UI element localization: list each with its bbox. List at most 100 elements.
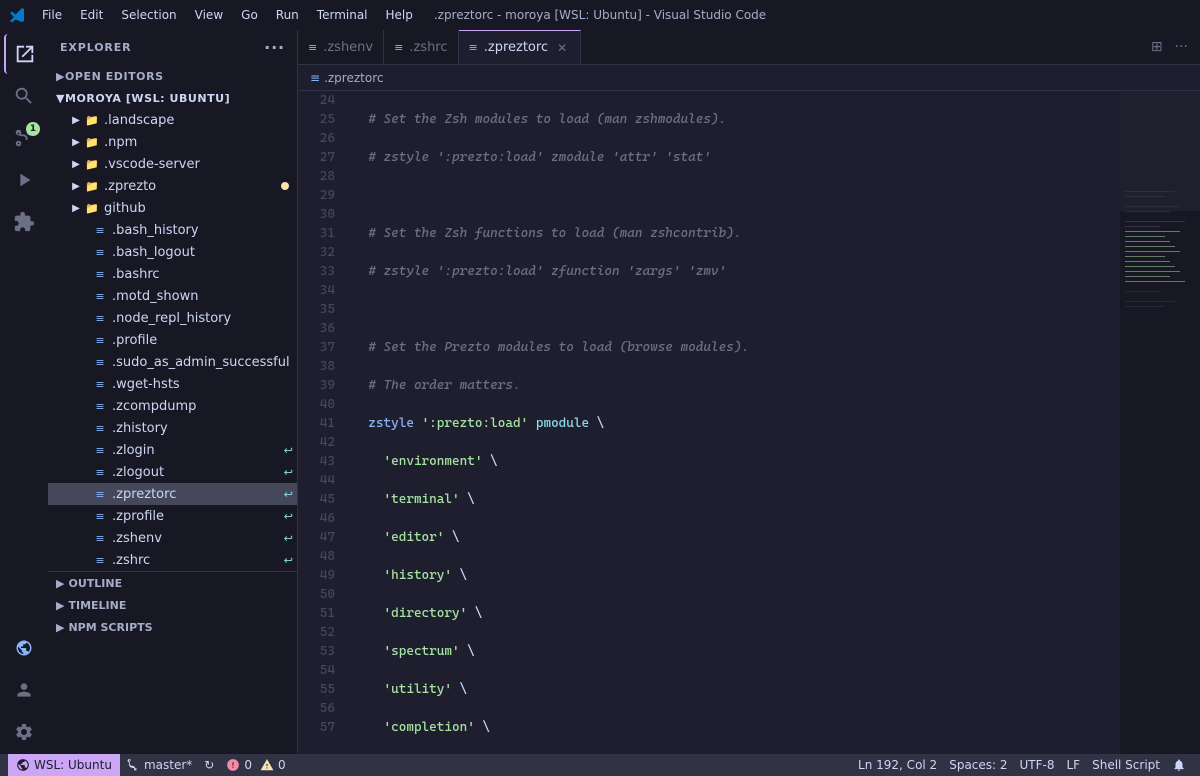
split-editor-icon[interactable]: ⊞: [1147, 37, 1167, 57]
tree-item-zlogin[interactable]: ▶ ≡ .zlogin ↩: [48, 439, 297, 461]
explorer-activity-icon[interactable]: [4, 34, 44, 74]
source-control-badge: 1: [26, 122, 40, 136]
tree-item-zshrc[interactable]: ▶ ≡ .zshrc ↩: [48, 549, 297, 571]
menu-view[interactable]: View: [187, 6, 231, 24]
git-branch-icon: [126, 758, 140, 772]
close-button[interactable]: ✕: [1176, 8, 1190, 22]
tree-item-sudo[interactable]: ▶ ≡ .sudo_as_admin_successful: [48, 351, 297, 373]
editor-area: ≡ .zshenv ≡ .zshrc ≡ .zpreztorc ✕ ⊞ ··· …: [298, 30, 1200, 754]
menu-run[interactable]: Run: [268, 6, 307, 24]
spaces-setting[interactable]: Spaces: 2: [943, 754, 1013, 776]
tree-item-zpreztorc[interactable]: ▶ ≡ .zpreztorc ↩: [48, 483, 297, 505]
tree-item-github[interactable]: ▶ 📁 github: [48, 197, 297, 219]
error-count: 0: [244, 758, 252, 772]
tree-item-bashrc[interactable]: ▶ ≡ .bashrc: [48, 263, 297, 285]
status-bar: WSL: Ubuntu master* ↻ 0 0 Ln 192, Col 2: [0, 754, 1200, 776]
status-right: Ln 192, Col 2 Spaces: 2 UTF-8 LF Shell S…: [852, 754, 1192, 776]
app-icon: [10, 7, 26, 23]
file-icon: ≡: [92, 244, 108, 260]
code-line: # Set the Zsh modules to load (man zshmo…: [353, 110, 1120, 129]
outline-section[interactable]: ▶ OUTLINE: [48, 572, 297, 594]
tab-zpreztorc[interactable]: ≡ .zpreztorc ✕: [459, 30, 582, 65]
menu-terminal[interactable]: Terminal: [309, 6, 376, 24]
tree-item-bash-history[interactable]: ▶ ≡ .bash_history: [48, 219, 297, 241]
wsl-status[interactable]: WSL: Ubuntu: [8, 754, 120, 776]
code-editor[interactable]: # Set the Zsh modules to load (man zshmo…: [343, 91, 1120, 754]
open-editors-section[interactable]: ▶ Open Editors: [48, 65, 297, 87]
file-icon: ≡: [92, 266, 108, 282]
menu-edit[interactable]: Edit: [72, 6, 111, 24]
tree-item-zprofile[interactable]: ▶ ≡ .zprofile ↩: [48, 505, 297, 527]
tree-item-zcompdump[interactable]: ▶ ≡ .zcompdump: [48, 395, 297, 417]
tree-item-wget[interactable]: ▶ ≡ .wget-hsts: [48, 373, 297, 395]
tree-item-zprezto[interactable]: ▶ 📁 .zprezto: [48, 175, 297, 197]
workspace-label: MOROYA [WSL: UBUNTU]: [65, 92, 230, 105]
workspace-section[interactable]: ▼ MOROYA [WSL: UBUNTU]: [48, 87, 297, 109]
menu-go[interactable]: Go: [233, 6, 266, 24]
file-icon: ≡: [92, 464, 108, 480]
notifications-bell[interactable]: [1166, 754, 1192, 776]
sync-status[interactable]: ↻: [198, 754, 220, 776]
code-line: 'environment' \: [353, 452, 1120, 471]
maximize-button[interactable]: □: [1158, 8, 1172, 22]
errors-status[interactable]: 0 0: [220, 754, 291, 776]
git-branch-label: master*: [144, 758, 192, 772]
tab-close-button[interactable]: ✕: [554, 40, 570, 56]
tree-item-vscode-server[interactable]: ▶ 📁 .vscode-server: [48, 153, 297, 175]
menu-file[interactable]: File: [34, 6, 70, 24]
cursor-position[interactable]: Ln 192, Col 2: [852, 754, 943, 776]
remote-activity-icon[interactable]: [4, 628, 44, 668]
code-area: 24 25 26 27 28 29 30 31 32 33 34 35 36 3…: [298, 91, 1200, 754]
encoding-setting[interactable]: UTF-8: [1014, 754, 1061, 776]
more-actions-icon[interactable]: ···: [1171, 37, 1192, 57]
run-debug-activity-icon[interactable]: [4, 160, 44, 200]
encoding-label: UTF-8: [1020, 758, 1055, 772]
sync-icon: ↻: [204, 758, 214, 772]
file-icon: ≡: [92, 420, 108, 436]
tree-item-profile[interactable]: ▶ ≡ .profile: [48, 329, 297, 351]
code-line: # Set the Zsh functions to load (man zsh…: [353, 224, 1120, 243]
account-activity-icon[interactable]: [4, 670, 44, 710]
line-numbers: 24 25 26 27 28 29 30 31 32 33 34 35 36 3…: [298, 91, 343, 754]
code-line: 'history' \: [353, 566, 1120, 585]
git-branch-status[interactable]: master*: [120, 754, 198, 776]
npm-scripts-section[interactable]: ▶ NPM SCRIPTS: [48, 616, 297, 638]
tab-zshenv[interactable]: ≡ .zshenv: [298, 30, 384, 65]
folder-icon: 📁: [84, 200, 100, 216]
source-control-activity-icon[interactable]: 1: [4, 118, 44, 158]
file-icon: ≡: [92, 310, 108, 326]
timeline-section[interactable]: ▶ TIMELINE: [48, 594, 297, 616]
npm-scripts-label: NPM SCRIPTS: [68, 621, 152, 634]
error-icon: [226, 758, 240, 772]
tab-zshrc[interactable]: ≡ .zshrc: [384, 30, 458, 65]
tab-file-icon: ≡: [394, 41, 403, 54]
menu-selection[interactable]: Selection: [113, 6, 184, 24]
tree-item-landscape[interactable]: ▶ 📁 .landscape: [48, 109, 297, 131]
code-line: # The order matters.: [353, 376, 1120, 395]
wsl-label: WSL: Ubuntu: [34, 758, 112, 772]
settings-activity-icon[interactable]: [4, 712, 44, 752]
code-line: # zstyle ':prezto:load' zmodule 'attr' '…: [353, 148, 1120, 167]
menu-help[interactable]: Help: [378, 6, 421, 24]
code-line: [353, 186, 1120, 205]
folder-icon: 📁: [84, 134, 100, 150]
tree-item-node-repl[interactable]: ▶ ≡ .node_repl_history: [48, 307, 297, 329]
tree-item-zhistory[interactable]: ▶ ≡ .zhistory: [48, 417, 297, 439]
tree-item-zshenv[interactable]: ▶ ≡ .zshenv ↩: [48, 527, 297, 549]
warning-count: 0: [278, 758, 286, 772]
tree-item-motd[interactable]: ▶ ≡ .motd_shown: [48, 285, 297, 307]
breadcrumb-filename[interactable]: .zpreztorc: [324, 71, 383, 85]
sidebar-header: Explorer ···: [48, 30, 297, 65]
timeline-label: TIMELINE: [68, 599, 126, 612]
search-activity-icon[interactable]: [4, 76, 44, 116]
extensions-activity-icon[interactable]: [4, 202, 44, 242]
minimize-button[interactable]: ─: [1140, 8, 1154, 22]
tree-item-zlogout[interactable]: ▶ ≡ .zlogout ↩: [48, 461, 297, 483]
open-editors-arrow: ▶: [56, 70, 65, 83]
code-line: 'directory' \: [353, 604, 1120, 623]
tree-item-bash-logout[interactable]: ▶ ≡ .bash_logout: [48, 241, 297, 263]
tree-item-npm[interactable]: ▶ 📁 .npm: [48, 131, 297, 153]
language-setting[interactable]: Shell Script: [1086, 754, 1166, 776]
sidebar-more-icon[interactable]: ···: [264, 38, 285, 57]
line-ending-setting[interactable]: LF: [1061, 754, 1087, 776]
